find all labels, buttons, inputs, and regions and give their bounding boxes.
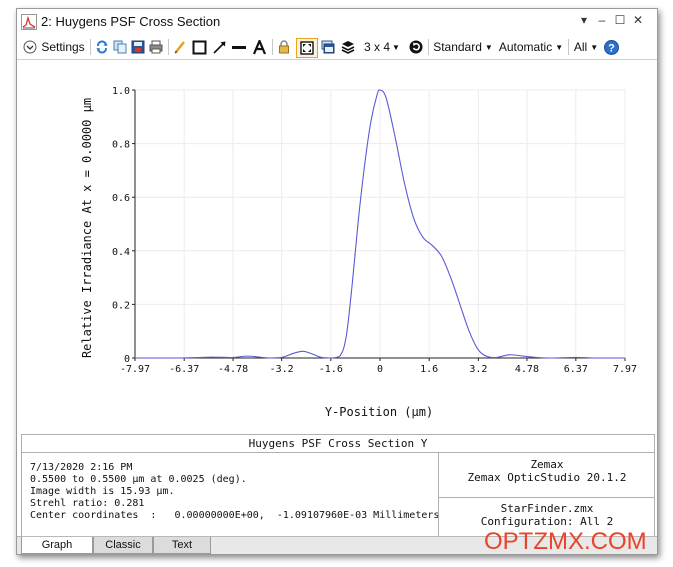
title-bar[interactable]: 2: Huygens PSF Cross Section ▾ – ☐ ✕ bbox=[17, 9, 657, 36]
y-tick-label: 0.8 bbox=[112, 140, 130, 151]
all-label: All bbox=[573, 40, 588, 54]
tab-graph[interactable]: Graph bbox=[21, 537, 93, 554]
settings-button[interactable]: Settings bbox=[21, 38, 87, 56]
printer-icon bbox=[149, 40, 163, 54]
text-tool-button[interactable] bbox=[250, 38, 268, 56]
rotate-icon bbox=[409, 40, 423, 54]
arrow-icon bbox=[212, 41, 225, 54]
close-button[interactable]: ✕ bbox=[631, 13, 645, 27]
lock-icon bbox=[279, 40, 289, 54]
info-title: Huygens PSF Cross Section Y bbox=[22, 435, 654, 453]
window-menu-chevron-icon[interactable]: ▾ bbox=[577, 13, 591, 27]
info-image-width: Image width is 15.93 µm. bbox=[30, 486, 175, 497]
chevron-down-icon: ▼ bbox=[590, 42, 599, 52]
fit-view-icon bbox=[300, 41, 314, 55]
fit-view-button[interactable] bbox=[296, 38, 318, 58]
x-tick-label: -3.2 bbox=[270, 364, 294, 375]
x-tick-label: 6.37 bbox=[564, 364, 588, 375]
chevron-circle-down-icon bbox=[23, 40, 37, 54]
window-title: 2: Huygens PSF Cross Section bbox=[41, 14, 221, 29]
x-tick-label: 1.6 bbox=[420, 364, 438, 375]
arrow-tool-button[interactable] bbox=[210, 38, 228, 56]
toolbar-divider bbox=[568, 39, 569, 55]
x-tick-label: -4.78 bbox=[218, 364, 248, 375]
chevron-down-icon: ▼ bbox=[484, 42, 493, 52]
tab-classic[interactable]: Classic bbox=[93, 537, 153, 554]
x-axis-label: Y-Position (µm) bbox=[325, 405, 433, 419]
layers-icon bbox=[341, 41, 355, 54]
pencil-icon bbox=[174, 41, 185, 54]
toolbar-divider bbox=[428, 39, 429, 55]
configuration-label: Configuration: All 2 bbox=[480, 515, 614, 528]
y-tick-label: 0.6 bbox=[112, 193, 130, 204]
plot-area[interactable]: -7.97 -6.37 -4.78 -3.2 -1.6 0 1.6 3.2 4.78 6.37 7.… bbox=[17, 60, 657, 434]
standard-dropdown[interactable]: Standard ▼ bbox=[432, 38, 494, 56]
minimize-button[interactable]: – bbox=[595, 13, 609, 27]
chart-app-icon bbox=[21, 14, 37, 30]
company-name: Zemax bbox=[530, 458, 564, 471]
chevron-down-icon: ▼ bbox=[555, 42, 564, 52]
automatic-dropdown[interactable]: Automatic ▼ bbox=[498, 38, 564, 56]
x-tick-label: -6.37 bbox=[169, 364, 199, 375]
x-tick-label: 0 bbox=[377, 364, 383, 375]
layers-button[interactable] bbox=[340, 38, 356, 56]
y-axis-label: Relative Irradiance At x = 0.0000 µm bbox=[80, 98, 94, 358]
product-name: Zemax OpticStudio 20.1.2 bbox=[467, 471, 627, 484]
rotate-button[interactable] bbox=[408, 38, 424, 56]
refresh-icon bbox=[96, 40, 108, 54]
chevron-down-icon: ▼ bbox=[392, 42, 400, 52]
tab-text[interactable]: Text bbox=[153, 537, 211, 554]
psf-cross-section-chart[interactable]: -7.97 -6.37 -4.78 -3.2 -1.6 0 1.6 3.2 4.78 6.37 7.… bbox=[17, 60, 657, 434]
maximize-button[interactable]: ☐ bbox=[613, 13, 627, 27]
info-panel: Huygens PSF Cross Section Y 7/13/2020 2:… bbox=[21, 434, 655, 538]
product-info: Zemax Zemax OpticStudio 20.1.2 bbox=[438, 453, 655, 498]
y-tick-label: 0.2 bbox=[112, 300, 130, 311]
all-dropdown[interactable]: All ▼ bbox=[572, 38, 600, 56]
help-icon: ? bbox=[603, 39, 619, 55]
rectangle-tool-button[interactable] bbox=[190, 38, 208, 56]
toolbar: Settings 3 x 4 ▼ Standard ▼ Automatic ▼ … bbox=[17, 35, 657, 60]
file-name: StarFinder.zmx bbox=[500, 502, 594, 515]
toolbar-divider bbox=[272, 39, 273, 55]
y-tick-label: 0.4 bbox=[112, 247, 130, 258]
layout-grid-dropdown[interactable]: 3 x 4 ▼ bbox=[360, 38, 404, 56]
x-tick-label: -7.97 bbox=[120, 364, 150, 375]
analysis-window: 2: Huygens PSF Cross Section ▾ – ☐ ✕ Set… bbox=[16, 8, 658, 555]
copy-button[interactable] bbox=[112, 38, 128, 56]
info-center-coordinates: Center coordinates : 0.00000000E+00, -1.… bbox=[30, 510, 440, 521]
x-tick-label: 7.97 bbox=[613, 364, 637, 375]
help-button[interactable]: ? bbox=[603, 38, 619, 56]
line-icon bbox=[232, 45, 246, 49]
save-button[interactable] bbox=[130, 38, 146, 56]
standard-label: Standard bbox=[433, 40, 482, 54]
lock-button[interactable] bbox=[276, 38, 292, 56]
x-tick-label: -1.6 bbox=[319, 364, 343, 375]
layout-grid-label: 3 x 4 bbox=[364, 40, 391, 54]
toolbar-divider bbox=[90, 39, 91, 55]
print-button[interactable] bbox=[148, 38, 164, 56]
y-tick-label: 0 bbox=[124, 354, 130, 365]
watermark-text: OPTZMX.COM bbox=[484, 528, 647, 555]
svg-text:?: ? bbox=[608, 42, 615, 54]
info-date: 7/13/2020 2:16 PM bbox=[30, 462, 133, 473]
rectangle-icon bbox=[192, 40, 206, 54]
info-wavelength: 0.5500 to 0.5500 µm at 0.0025 (deg). bbox=[30, 474, 247, 485]
refresh-button[interactable] bbox=[94, 38, 110, 56]
window-layout-button[interactable] bbox=[320, 38, 336, 56]
info-strehl-ratio: Strehl ratio: 0.281 bbox=[30, 498, 145, 509]
pencil-button[interactable] bbox=[172, 38, 188, 56]
grid bbox=[134, 89, 626, 359]
x-tick-label: 4.78 bbox=[515, 364, 539, 375]
window-stack-icon bbox=[321, 40, 335, 54]
toolbar-divider bbox=[168, 39, 169, 55]
settings-label: Settings bbox=[41, 40, 85, 54]
save-icon bbox=[131, 40, 145, 54]
text-a-icon bbox=[252, 39, 266, 54]
copy-icon bbox=[113, 40, 127, 54]
y-tick-label: 1.0 bbox=[112, 86, 130, 97]
x-tick-label: 3.2 bbox=[469, 364, 487, 375]
automatic-label: Automatic bbox=[498, 40, 553, 54]
line-tool-button[interactable] bbox=[230, 38, 248, 56]
analysis-details: 7/13/2020 2:16 PM 0.5500 to 0.5500 µm at… bbox=[30, 462, 440, 522]
